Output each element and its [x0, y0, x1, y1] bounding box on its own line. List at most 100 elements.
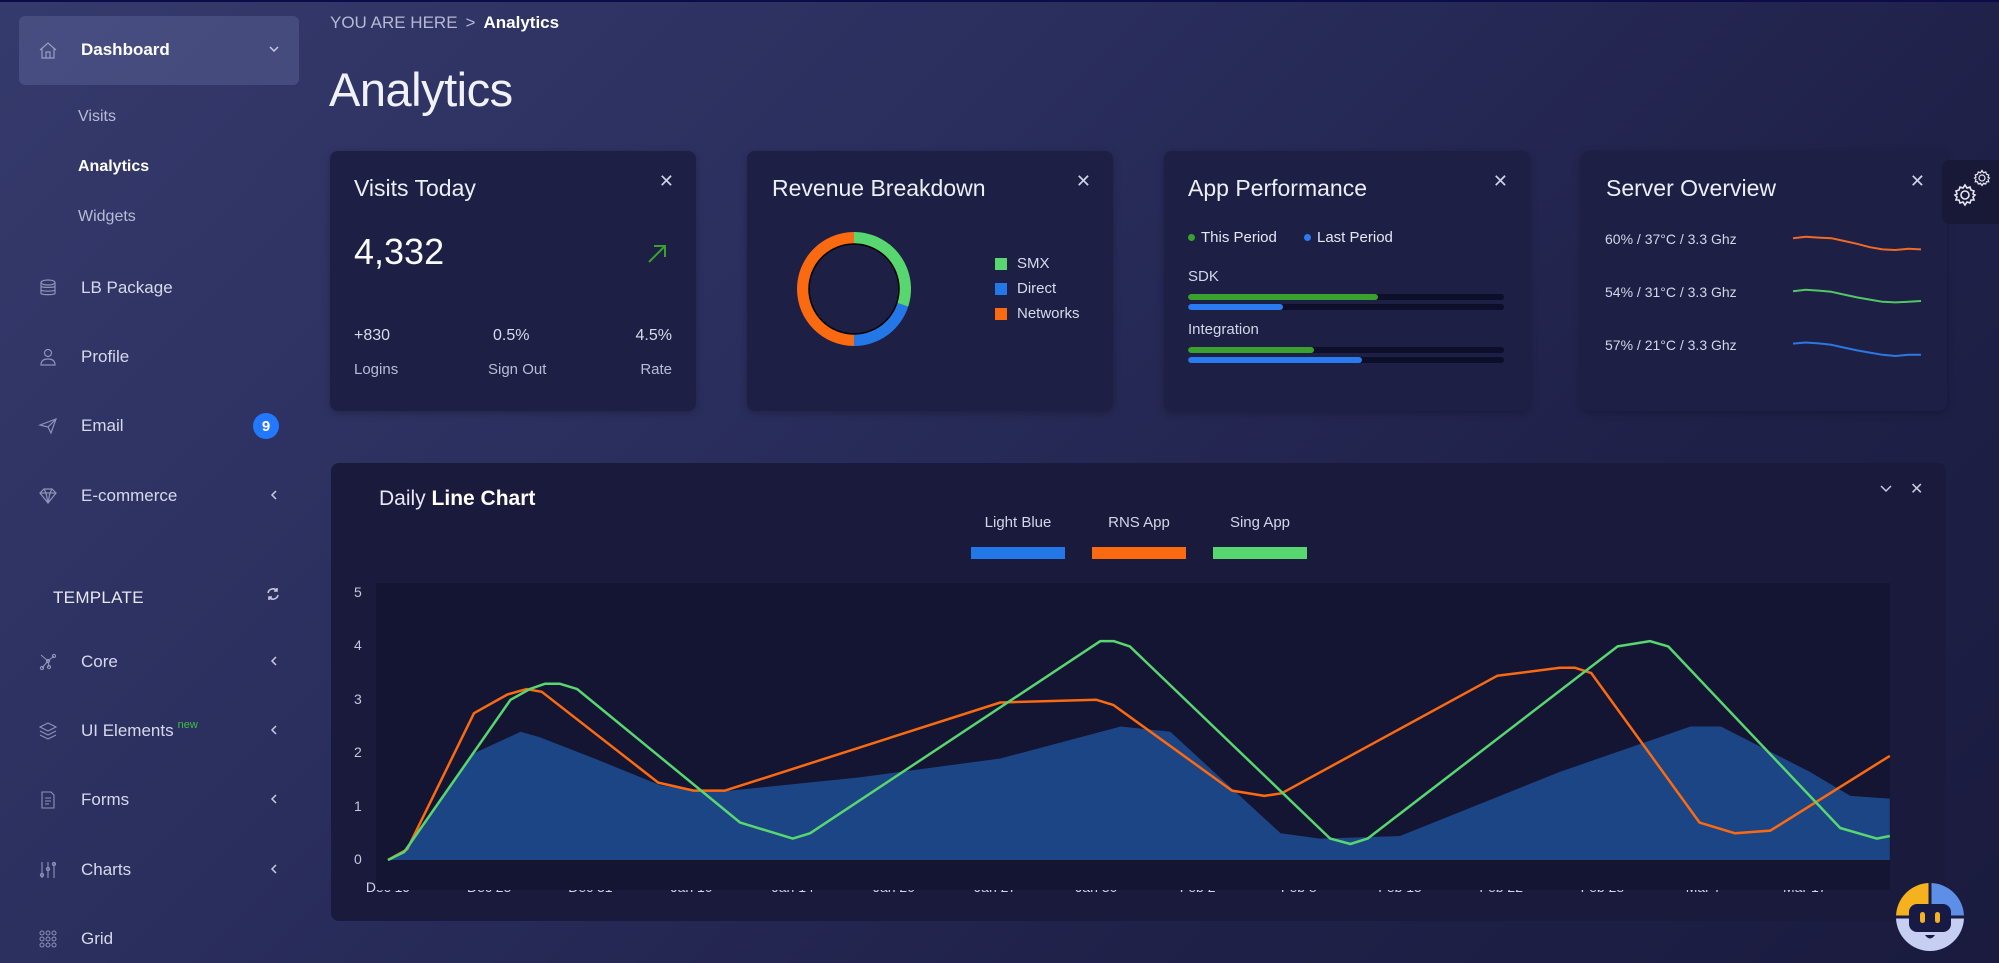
visits-today-card: Visits Today ✕ 4,332 +830 0.5% 4.5% Logi… — [330, 151, 696, 411]
chevron-down-icon — [268, 42, 280, 58]
layers-icon — [37, 720, 59, 742]
legend-label: Direct — [1017, 280, 1057, 297]
legend-swatch — [995, 257, 1007, 270]
arrow-up-right-icon — [646, 243, 668, 270]
legend-label: Last Period — [1317, 229, 1393, 246]
chevron-left-icon — [268, 792, 280, 808]
sidebar-item-core[interactable]: Core — [0, 642, 300, 682]
card-title: Server Overview — [1606, 175, 1776, 201]
chevron-left-icon — [268, 654, 280, 670]
refresh-icon[interactable] — [266, 587, 280, 605]
sidebar-item-forms[interactable]: Forms — [0, 780, 300, 820]
legend-swatch — [995, 307, 1007, 320]
metric-label-integration: Integration — [1188, 321, 1259, 338]
settings-panel-toggle[interactable] — [1942, 160, 1999, 224]
rate-value: 4.5% — [635, 327, 672, 344]
sidebar-item-grid[interactable]: Grid — [0, 919, 300, 959]
bar-fill — [1188, 357, 1362, 363]
sidebar-item-label: LB Package — [81, 278, 173, 297]
close-icon[interactable]: ✕ — [659, 171, 674, 192]
signout-label: Sign Out — [488, 361, 547, 378]
sidebar-item-lb-package[interactable]: LB Package — [0, 268, 300, 308]
sidebar-subitem-visits[interactable]: Visits — [78, 108, 116, 126]
close-icon[interactable]: ✕ — [1493, 171, 1508, 192]
sdk-last-period-bar — [1188, 304, 1504, 310]
database-icon — [37, 277, 59, 299]
metric-label-sdk: SDK — [1188, 268, 1219, 285]
legend-smx: SMX — [995, 255, 1050, 272]
legend-direct: Direct — [995, 280, 1056, 297]
sidebar-item-email[interactable]: Email 9 — [0, 406, 300, 446]
new-tag: new — [177, 719, 198, 731]
sidebar-item-label: Forms — [81, 790, 130, 809]
breadcrumb: YOU ARE HERE > Analytics — [330, 13, 559, 33]
card-title: Visits Today — [354, 175, 476, 201]
bar-fill — [1188, 304, 1283, 310]
legend-networks: Networks — [995, 305, 1080, 322]
sidebar-item-profile[interactable]: Profile — [0, 337, 300, 377]
card-title: App Performance — [1188, 175, 1367, 201]
server-row-3: 57% / 21°C / 3.3 Ghz — [1605, 337, 1737, 353]
sparkline-path — [1792, 341, 1921, 357]
integration-this-period-bar — [1188, 347, 1504, 353]
legend-label: Networks — [1017, 305, 1080, 322]
paper-plane-icon — [37, 415, 59, 437]
robot-icon — [1893, 883, 1967, 958]
legend-label: This Period — [1201, 229, 1277, 246]
legend-this-period: This Period — [1188, 229, 1277, 246]
legend-label: SMX — [1017, 255, 1050, 272]
breadcrumb-prefix: YOU ARE HERE — [330, 13, 458, 32]
breadcrumb-separator: > — [465, 13, 476, 32]
signout-value: 0.5% — [493, 327, 530, 344]
revenue-donut-chart — [797, 232, 911, 346]
visits-value: 4,332 — [354, 231, 445, 272]
bar-fill — [1188, 347, 1315, 353]
chevron-left-icon — [268, 723, 280, 739]
home-icon — [37, 39, 59, 61]
sidebar-item-ui-elements[interactable]: UI Elements new — [0, 711, 300, 751]
legend-last-period: Last Period — [1304, 229, 1393, 246]
section-title-template: TEMPLATE — [53, 588, 144, 607]
nodes-icon — [37, 651, 59, 673]
sidebar-subitem-widgets[interactable]: Widgets — [78, 208, 136, 226]
sparkline-path — [1792, 235, 1922, 251]
sliders-icon — [37, 859, 59, 881]
logins-value: +830 — [354, 327, 391, 344]
app-performance-card: App Performance ✕ This Period Last Perio… — [1164, 151, 1530, 411]
server-3-sparkline — [1792, 341, 1921, 357]
sidebar-item-label: Profile — [81, 347, 130, 366]
server-row-1: 60% / 37°C / 3.3 Ghz — [1605, 231, 1737, 247]
breadcrumb-current[interactable]: Analytics — [483, 13, 559, 32]
sidebar-item-label: UI Elements new — [81, 719, 198, 741]
sidebar-item-dashboard[interactable]: Dashboard — [0, 30, 300, 70]
user-icon — [37, 346, 59, 368]
sidebar-subitem-analytics[interactable]: Analytics — [78, 158, 149, 176]
sidebar-item-label: Charts — [81, 860, 132, 879]
server-row-2: 54% / 31°C / 3.3 Ghz — [1605, 284, 1737, 300]
rate-label: Rate — [640, 361, 672, 378]
daily-line-chart-card: Daily Line Chart ✕ Light Blue RNS App Si… — [331, 463, 1946, 921]
sidebar-item-charts[interactable]: Charts — [0, 850, 300, 890]
chevron-left-icon — [268, 862, 280, 878]
grid-icon — [37, 928, 59, 950]
legend-dot — [1304, 234, 1311, 241]
close-icon[interactable]: ✕ — [1910, 171, 1925, 192]
logins-label: Logins — [354, 361, 399, 378]
assistant-button[interactable] — [1893, 880, 1967, 959]
sidebar: Dashboard Visits Analytics Widgets LB Pa… — [0, 0, 300, 963]
server-overview-card: Server Overview ✕ 60% / 37°C / 3.3 Ghz 5… — [1581, 151, 1947, 411]
bar-fill — [1188, 294, 1378, 300]
document-icon — [37, 789, 59, 811]
line-chart-plot — [376, 583, 1891, 890]
sparkline-path — [1792, 288, 1922, 304]
email-count-badge: 9 — [253, 413, 279, 439]
legend-dot — [1188, 234, 1195, 241]
sidebar-item-label: Core — [81, 652, 118, 671]
diamond-icon — [37, 485, 59, 507]
integration-last-period-bar — [1188, 357, 1504, 363]
ui-elements-label: UI Elements — [81, 721, 174, 740]
sidebar-item-label: Grid — [81, 929, 114, 948]
legend-swatch — [995, 282, 1007, 295]
close-icon[interactable]: ✕ — [1076, 171, 1091, 192]
sidebar-item-e-commerce[interactable]: E-commerce — [0, 476, 300, 516]
